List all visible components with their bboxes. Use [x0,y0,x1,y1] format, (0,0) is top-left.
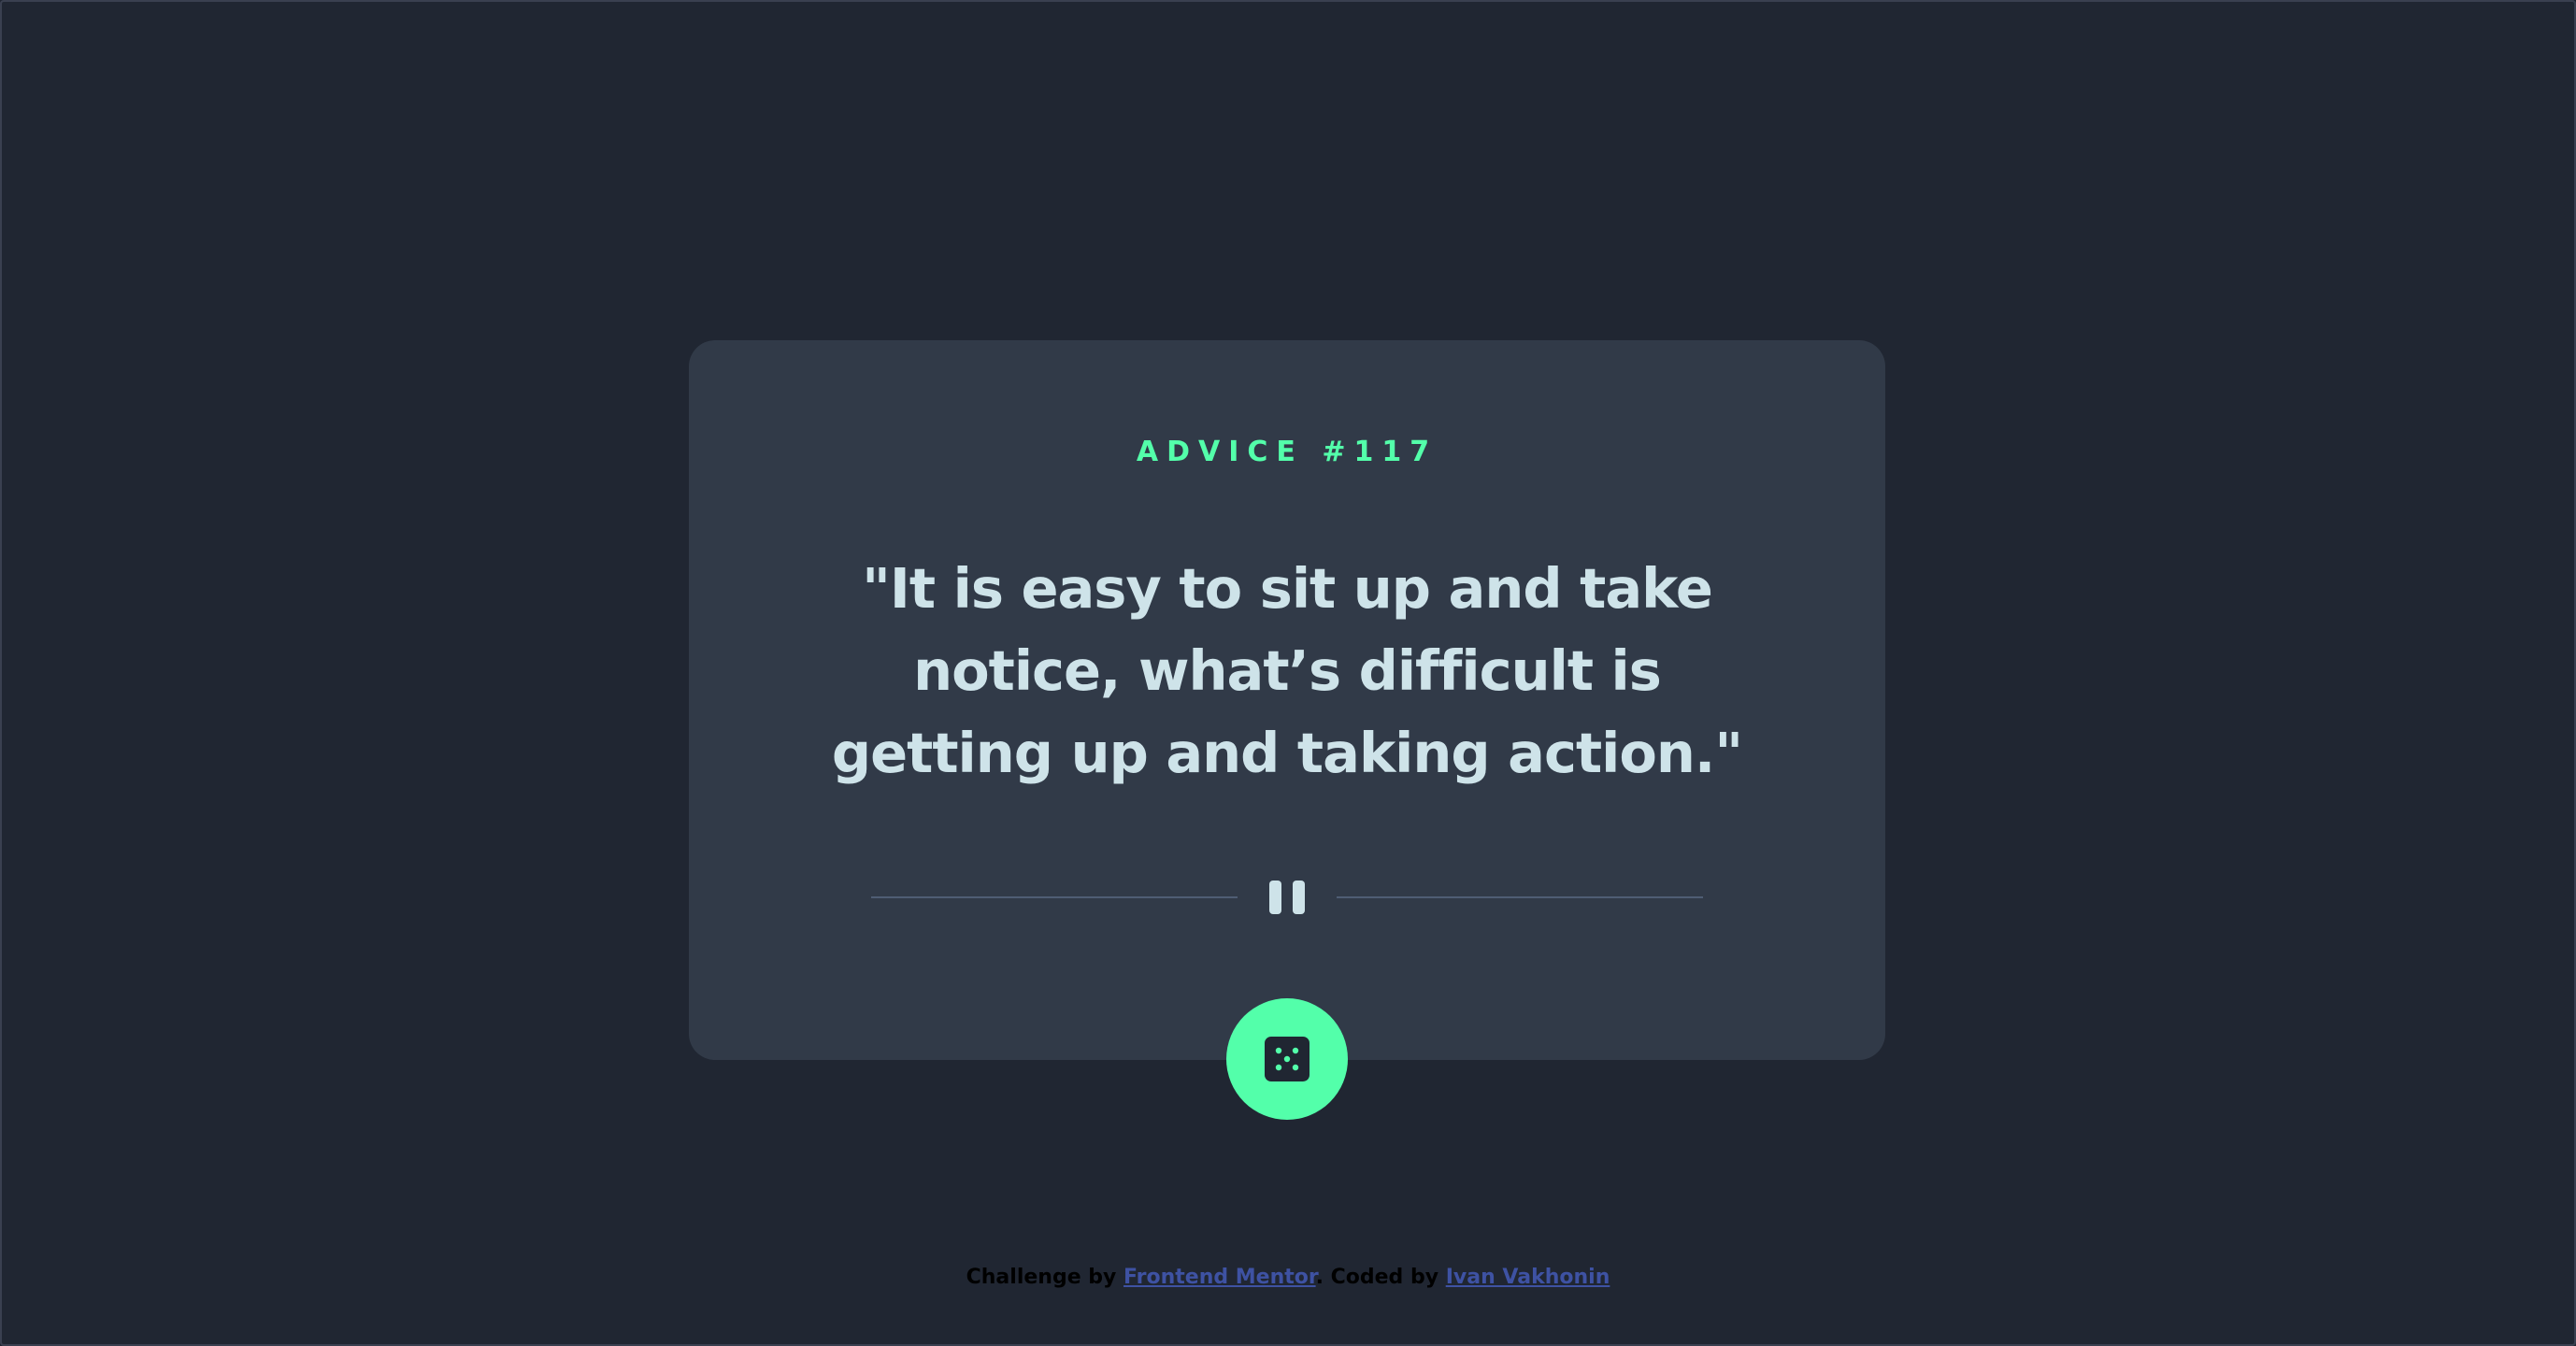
advice-card: ADVICE #117 "It is easy to sit up and ta… [689,340,1885,1060]
advice-id: ADVICE #117 [1136,436,1438,468]
divider-line-left [871,896,1238,898]
pause-icon [1266,881,1309,914]
attribution-footer: Challenge by Frontend Mentor. Coded by I… [0,1264,2576,1292]
footer-prefix: Challenge by [966,1266,1124,1289]
divider-line-right [1337,896,1703,898]
frontend-mentor-link[interactable]: Frontend Mentor [1123,1266,1316,1289]
new-advice-button[interactable] [1226,998,1348,1120]
footer-middle: . Coded by [1315,1266,1446,1289]
divider [871,877,1703,918]
dice-icon [1265,1037,1309,1081]
advice-quote: "It is easy to sit up and take notice, w… [831,556,1743,785]
author-link[interactable]: Ivan Vakhonin [1446,1266,1610,1289]
